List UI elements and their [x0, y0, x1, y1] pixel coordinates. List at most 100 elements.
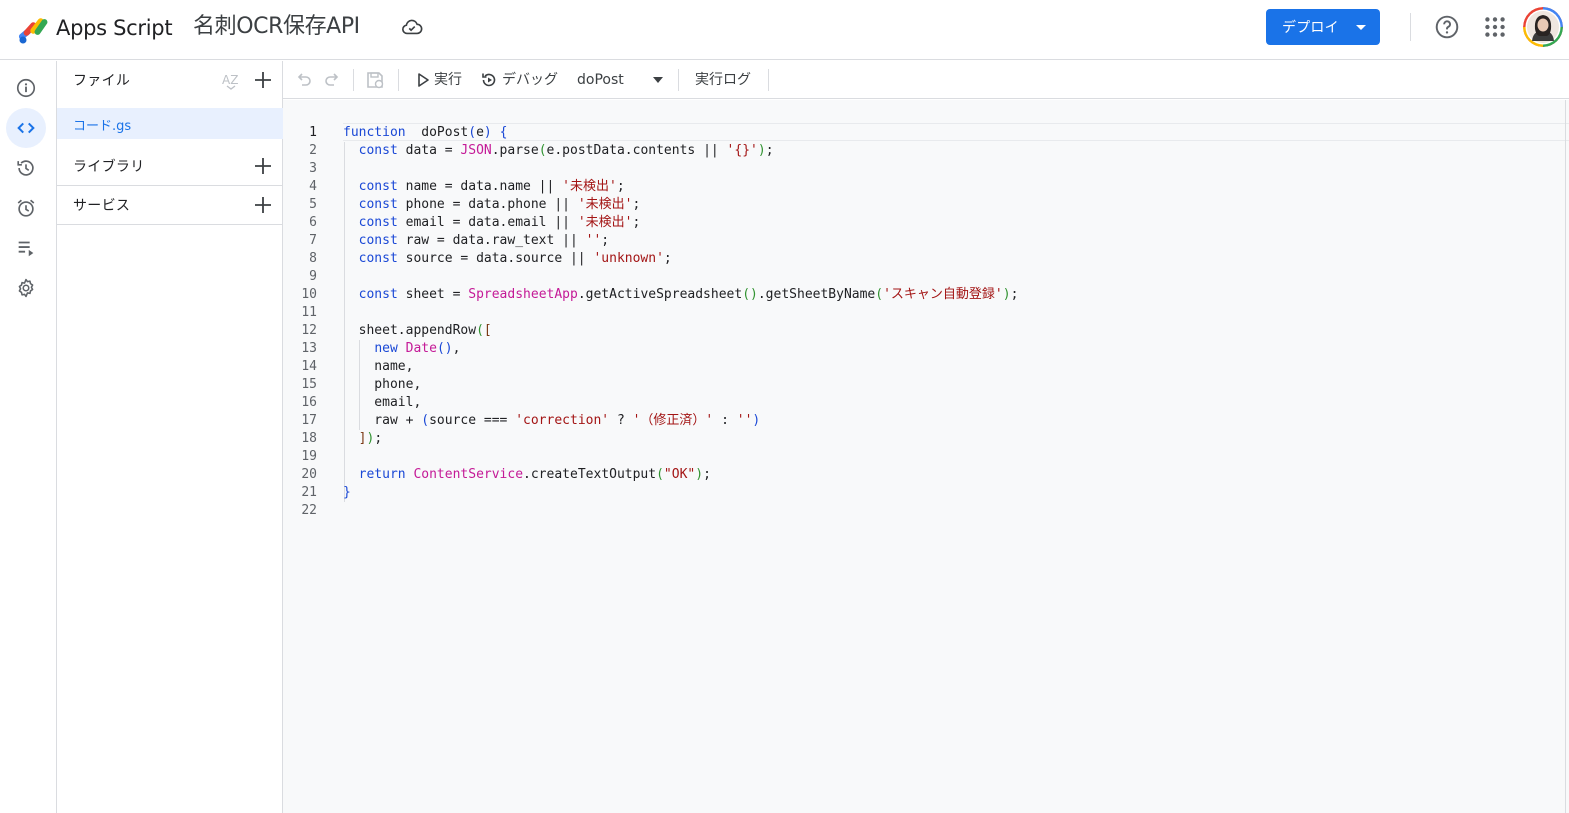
code-brackets-icon [17, 122, 35, 134]
add-service-icon[interactable] [253, 195, 273, 215]
code-token: ) [1002, 287, 1011, 302]
code-line[interactable]: 2 const data = JSON.parse(e.postData.con… [283, 142, 1563, 160]
code-token: { [499, 125, 508, 140]
triggers-nav-button[interactable] [6, 188, 46, 228]
header-divider [1410, 13, 1411, 41]
overview-nav-button[interactable] [6, 68, 46, 108]
code-token: sheet.appendRow [343, 323, 477, 338]
code-token: source = data.source || [397, 251, 594, 266]
code-token: const [358, 197, 398, 212]
code-token: data = [397, 143, 461, 158]
code-token: '' [736, 413, 753, 428]
line-number: 16 [301, 395, 317, 410]
code-line[interactable]: 15 phone, [283, 376, 1563, 394]
debug-button[interactable]: デバッグ [502, 71, 558, 89]
code-line[interactable]: 8 const source = data.source || 'unknown… [283, 250, 1563, 268]
code-text: const email = data.email || '未検出'; [343, 214, 641, 232]
code-token: ( [476, 323, 484, 338]
line-number: 21 [301, 485, 317, 500]
deploy-button[interactable]: デプロイ [1266, 9, 1380, 45]
account-avatar[interactable] [1523, 7, 1563, 47]
services-section-header[interactable]: サービス [57, 186, 283, 224]
code-token: ; [374, 431, 383, 446]
google-apps-grid-icon[interactable] [1482, 14, 1508, 40]
line-number: 2 [309, 143, 317, 158]
code-token: e.postData.contents || [546, 143, 727, 158]
save-icon[interactable] [365, 70, 385, 90]
code-line[interactable]: 10 const sheet = SpreadsheetApp.getActiv… [283, 286, 1563, 304]
code-line[interactable]: 4 const name = data.name || '未検出'; [283, 178, 1563, 196]
panel-divider [57, 224, 283, 225]
function-selector[interactable]: doPost [577, 71, 624, 89]
code-text: } [343, 484, 351, 502]
code-line[interactable]: 19 [283, 448, 1563, 466]
code-line[interactable]: 13 new Date(), [283, 340, 1563, 358]
editor-nav-button[interactable] [6, 108, 46, 148]
code-line[interactable]: 17 raw + (source === 'correction' ? '（修正… [283, 412, 1563, 430]
navigation-rail [0, 61, 57, 813]
caret-down-icon[interactable] [1356, 24, 1366, 30]
code-line[interactable]: 21} [283, 484, 1563, 502]
code-line[interactable]: 14 name, [283, 358, 1563, 376]
editor-toolbar: 実行 デバッグ doPost 実行ログ [283, 61, 1569, 99]
execution-log-button[interactable]: 実行ログ [695, 71, 751, 89]
file-name: コード.gs [73, 119, 132, 134]
play-icon[interactable] [413, 70, 433, 90]
settings-nav-button[interactable] [6, 268, 46, 308]
code-line[interactable]: 9 [283, 268, 1563, 286]
add-file-icon[interactable] [253, 70, 273, 90]
code-token: return [358, 467, 406, 482]
debug-icon[interactable] [479, 70, 499, 90]
code-line[interactable]: 20 return ContentService.createTextOutpu… [283, 466, 1563, 484]
line-number: 5 [309, 197, 317, 212]
apps-script-logo-icon[interactable] [16, 12, 52, 46]
code-line[interactable]: 16 email, [283, 394, 1563, 412]
project-title[interactable]: 名刺OCR保存API [193, 11, 360, 43]
code-editor[interactable]: 1 function doPost(e) {2 const data = JSON… [283, 100, 1569, 813]
code-text: function doPost(e) { [343, 124, 507, 142]
info-icon [16, 78, 36, 98]
app-name[interactable]: Apps Script [56, 14, 173, 42]
run-button[interactable]: 実行 [434, 71, 462, 89]
code-text: new Date(), [343, 340, 460, 358]
code-token: ) [483, 125, 492, 140]
sort-az-icon[interactable]: AZ [221, 70, 241, 90]
code-line[interactable]: 22 [283, 502, 1563, 520]
help-icon[interactable] [1434, 14, 1460, 40]
libraries-section-header[interactable]: ライブラリ [57, 147, 283, 185]
code-line[interactable]: 6 const email = data.email || '未検出'; [283, 214, 1563, 232]
line-number: 8 [309, 251, 317, 266]
code-token: const [358, 251, 398, 266]
editor-scrollbar-track[interactable] [1565, 100, 1566, 813]
code-token: const [358, 179, 398, 194]
code-line[interactable]: 1 function doPost(e) { [283, 124, 1563, 142]
add-library-icon[interactable] [253, 156, 273, 176]
code-line[interactable]: 12 sheet.appendRow([ [283, 322, 1563, 340]
code-line[interactable]: 11 [283, 304, 1563, 322]
line-number: 13 [301, 341, 317, 356]
code-token: '未検出' [577, 215, 633, 230]
alarm-clock-icon [17, 199, 35, 217]
executions-nav-button[interactable] [6, 228, 46, 268]
undo-icon[interactable] [294, 70, 314, 90]
line-number: 3 [309, 161, 317, 176]
code-line[interactable]: 5 const phone = data.phone || '未検出'; [283, 196, 1563, 214]
code-token: Date [405, 341, 437, 356]
function-dropdown-caret-icon[interactable] [653, 77, 663, 83]
file-item-code-gs[interactable]: コード.gs [57, 108, 283, 139]
code-line[interactable]: 7 const raw = data.raw_text || ''; [283, 232, 1563, 250]
code-token: phone = data.phone || [397, 197, 578, 212]
code-token: ; [632, 197, 641, 212]
redo-icon[interactable] [322, 70, 342, 90]
code-line[interactable]: 18 ]); [283, 430, 1563, 448]
code-token: [ [483, 323, 492, 338]
code-token: ; [765, 143, 774, 158]
line-number: 7 [309, 233, 317, 248]
history-nav-button[interactable] [6, 148, 46, 188]
code-line[interactable]: 3 [283, 160, 1563, 178]
code-token: '未検出' [577, 197, 633, 212]
